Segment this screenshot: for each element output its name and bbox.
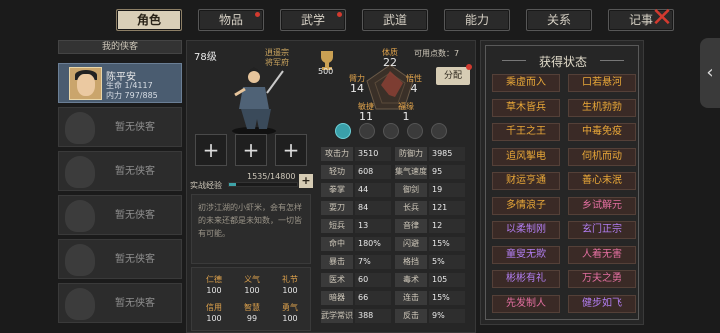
roster-title: 我的侠客 xyxy=(58,40,182,54)
status-tag[interactable]: 多情浪子 xyxy=(492,196,560,215)
status-tag[interactable]: 财运亨通 xyxy=(492,172,560,190)
exp-label: 实战经验 xyxy=(190,181,222,190)
gem-slot[interactable] xyxy=(359,123,375,139)
status-tag[interactable]: 伺机而动 xyxy=(568,147,636,166)
virtue-item: 义气 100 xyxy=(244,275,260,295)
status-tag[interactable]: 先发制人 xyxy=(492,294,560,313)
attr-constitution-value: 22 xyxy=(383,56,397,69)
tab-character[interactable]: 角色 xyxy=(116,9,182,31)
status-tag[interactable]: 万夫之勇 xyxy=(568,270,636,288)
virtue-item: 礼节 100 xyxy=(282,275,298,295)
roster-slot-empty[interactable]: 暂无侠客 xyxy=(58,151,182,191)
silhouette-icon xyxy=(65,156,95,188)
top-tab-bar: 角色 物品 武学 武道 能力 关系 记事 xyxy=(116,9,674,31)
exp-value: 1535/14800 xyxy=(247,172,296,181)
attr-agility-value: 11 xyxy=(359,110,373,123)
virtue-item: 仁德 100 xyxy=(206,275,222,295)
tab-martial-arts[interactable]: 武学 xyxy=(280,9,346,31)
hero-roster: 我的侠客 陈平安 生命 1/4117 内力 797/885 暂无侠客 暂无侠客 … xyxy=(58,40,182,333)
status-title: 获得状态 xyxy=(486,53,640,70)
roster-slot-empty[interactable]: 暂无侠客 xyxy=(58,195,182,235)
avatar xyxy=(69,67,102,100)
silhouette-icon xyxy=(65,244,95,276)
roster-slot-empty[interactable]: 暂无侠客 xyxy=(58,107,182,147)
equip-slot-add-button[interactable]: + xyxy=(275,134,307,166)
status-tag[interactable]: 彬彬有礼 xyxy=(492,270,560,288)
attr-fortune-value: 1 xyxy=(402,110,410,123)
status-tag[interactable]: 玄门正宗 xyxy=(568,221,636,239)
silhouette-icon xyxy=(65,200,95,232)
chevron-left-icon[interactable]: ‹ xyxy=(700,38,720,108)
gem-slot[interactable] xyxy=(431,123,447,139)
status-tag[interactable]: 口若悬河 xyxy=(568,74,636,92)
tab-martial-way[interactable]: 武道 xyxy=(362,9,428,31)
gem-slot[interactable] xyxy=(407,123,423,139)
exp-progress-bar xyxy=(228,182,298,187)
status-tag[interactable]: 生机勃勃 xyxy=(568,98,636,117)
notification-dot xyxy=(466,64,472,70)
character-portrait xyxy=(232,67,284,135)
roster-slot-empty[interactable]: 暂无侠客 xyxy=(58,239,182,279)
status-tag[interactable]: 以柔制刚 xyxy=(492,221,560,239)
exp-progress-fill xyxy=(229,183,237,186)
status-tag[interactable]: 乘虚而入 xyxy=(492,74,560,92)
gem-slots xyxy=(335,123,455,143)
equip-slot-add-button[interactable]: + xyxy=(235,134,267,166)
virtue-item: 勇气 100 xyxy=(282,303,298,323)
virtues-grid: 仁德 100 义气 100 礼节 100 信用 100 智慧 99 勇气 100 xyxy=(191,267,311,331)
status-tag[interactable]: 追风掣电 xyxy=(492,147,560,166)
attr-arm-value: 14 xyxy=(350,82,364,95)
attr-comprehension-value: 4 xyxy=(410,82,418,95)
allocate-button[interactable]: 分配 xyxy=(436,64,472,85)
hero-mp: 内力 797/885 xyxy=(106,91,158,100)
virtue-item: 智慧 99 xyxy=(244,303,260,323)
notification-dot xyxy=(255,12,260,17)
status-tag[interactable]: 人着无害 xyxy=(568,245,636,264)
roster-slot-selected[interactable]: 陈平安 生命 1/4117 内力 797/885 xyxy=(58,63,182,103)
silhouette-icon xyxy=(65,112,95,144)
status-tag[interactable]: 童叟无欺 xyxy=(492,245,560,264)
character-description: 初涉江湖的小虾米，会有怎样的未来还都是未知数，一切皆有可能。 xyxy=(191,194,311,264)
notification-dot xyxy=(337,12,342,17)
exp-add-button[interactable]: + xyxy=(299,174,313,188)
status-tag[interactable]: 健步如飞 xyxy=(568,294,636,313)
equip-slot-add-button[interactable]: + xyxy=(195,134,227,166)
gem-slot[interactable] xyxy=(383,123,399,139)
tab-relations[interactable]: 关系 xyxy=(526,9,592,31)
potential-value: 500 xyxy=(318,67,334,76)
status-tag[interactable]: 乡试解元 xyxy=(568,196,636,215)
status-tag[interactable]: 草木皆兵 xyxy=(492,98,560,117)
gem-slot[interactable] xyxy=(335,123,351,139)
level-label: 78级 xyxy=(194,52,217,63)
status-tag[interactable]: 中毒免疫 xyxy=(568,123,636,141)
close-icon[interactable]: ✕ xyxy=(649,5,675,32)
available-points: 可用点数：7 xyxy=(414,49,460,58)
virtue-item: 信用 100 xyxy=(206,303,222,323)
character-panel: 78级 逍遥宗 将军府 500 体质 22 臂力 14 悟性 4 敏捷 11 福缘… xyxy=(186,40,476,333)
tab-abilities[interactable]: 能力 xyxy=(444,9,510,31)
tab-items[interactable]: 物品 xyxy=(198,9,264,31)
status-tag[interactable]: 善心未泯 xyxy=(568,172,636,190)
status-panel: 获得状态 乘虚而入 口若悬河 草木皆兵 生机勃勃 千王之王 中毒免疫 追风掣电 伺机而动 财运亨… xyxy=(480,40,644,325)
status-tag[interactable]: 千王之王 xyxy=(492,123,560,141)
roster-slot-empty[interactable]: 暂无侠客 xyxy=(58,283,182,323)
silhouette-icon xyxy=(65,288,95,320)
